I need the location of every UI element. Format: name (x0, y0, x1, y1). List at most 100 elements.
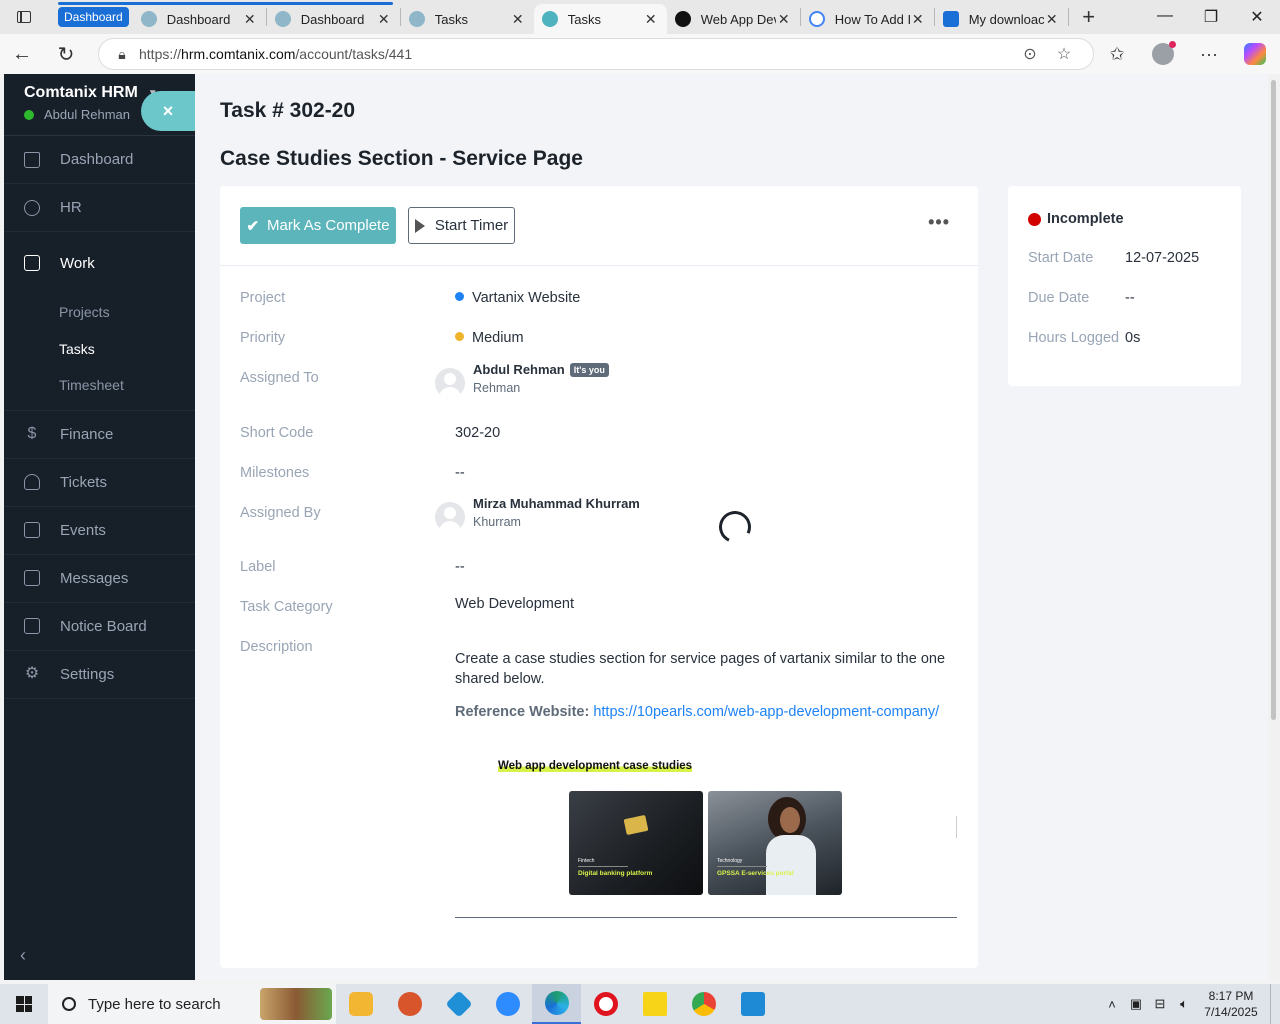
sidebar-item-finance[interactable]: $ Finance (4, 411, 195, 459)
sidebar-item-label: Dashboard (60, 151, 134, 168)
mark-complete-label: Mark As Complete (267, 217, 390, 234)
field-label: Assigned To (240, 370, 319, 386)
avatar (435, 368, 465, 398)
browser-tab[interactable]: Dashboard ✕ (267, 4, 400, 34)
field-label: Short Code (240, 425, 314, 441)
settings-more-icon[interactable]: ··· (1186, 44, 1232, 65)
task-status-card: Incomplete Start Date 12-07-2025 Due Date… (1008, 186, 1241, 386)
collapse-sidebar-icon[interactable]: ‹ (20, 945, 26, 966)
sidebar-item-events[interactable]: Events (4, 507, 195, 555)
reference-label: Reference Website: (455, 704, 590, 720)
task-id-title: Task # 302-20 (220, 99, 356, 122)
tab-group-label[interactable]: Dashboard (58, 7, 129, 27)
more-options-icon[interactable]: ••• (928, 212, 950, 233)
avatar (435, 502, 465, 532)
folder-icon (348, 992, 373, 1016)
play-icon (414, 218, 425, 233)
volume-icon[interactable]: 🔈︎ (1172, 996, 1196, 1012)
submenu-item-projects[interactable]: Projects (59, 294, 195, 331)
page-scrollbar[interactable] (1268, 74, 1280, 980)
briefcase-icon (24, 255, 40, 271)
assignee-subtitle: Rehman (473, 381, 521, 395)
chevron-up-icon[interactable]: ˄ (1100, 997, 1124, 1012)
divider (956, 816, 957, 838)
tab-close-icon[interactable]: ✕ (376, 11, 392, 28)
tab-close-icon[interactable]: ✕ (643, 11, 659, 28)
tab-close-icon[interactable]: ✕ (910, 11, 926, 28)
priority-value: Medium (455, 330, 524, 346)
sidebar-item-label: HR (60, 199, 82, 216)
address-bar[interactable]: 🔒︎ https://hrm.comtanix.com/account/task… (98, 38, 1094, 70)
restore-icon[interactable]: ❐ (1188, 7, 1234, 27)
close-window-icon[interactable]: ✕ (1234, 7, 1280, 27)
scrollbar-thumb[interactable] (1271, 80, 1276, 720)
favorite-star-icon[interactable]: ☆ (1047, 44, 1081, 64)
favorites-icon[interactable]: ✩ (1094, 44, 1140, 65)
mark-as-complete-button[interactable]: ✔ Mark As Complete (240, 207, 396, 244)
field-label: Task Category (240, 599, 333, 615)
taskbar-app-edge[interactable] (532, 984, 581, 1024)
browser-tab[interactable]: Dashboard ✕ (133, 4, 266, 34)
browser-tab[interactable]: How To Add I ✕ (801, 4, 934, 34)
browser-tab-active[interactable]: Tasks ✕ (533, 4, 667, 34)
show-desktop-button[interactable] (1270, 984, 1280, 1024)
taskbar-search[interactable]: Type here to search (48, 984, 336, 1024)
tab-close-icon[interactable]: ✕ (510, 11, 526, 28)
start-date-value: 12-07-2025 (1125, 250, 1200, 266)
refresh-icon[interactable]: ↻ (44, 42, 88, 67)
taskbar-app-file-explorer[interactable] (336, 984, 385, 1024)
sidebar-item-work[interactable]: Work (4, 232, 195, 294)
browser-tab[interactable]: Web App Dev ✕ (667, 4, 800, 34)
start-timer-button[interactable]: Start Timer (408, 207, 515, 244)
profile-avatar[interactable] (1140, 41, 1186, 65)
copilot-icon[interactable] (1232, 43, 1278, 65)
browser-tab[interactable]: Tasks ✕ (401, 4, 534, 34)
task-heading: Case Studies Section - Service Page (220, 147, 583, 170)
window-controls: — ❐ ✕ (1142, 7, 1280, 27)
project-color-dot (455, 292, 464, 301)
tab-close-icon[interactable]: ✕ (776, 11, 792, 28)
sidebar-item-settings[interactable]: ⚙ Settings (4, 651, 195, 699)
reference-link[interactable]: https://10pearls.com/web-app-development… (593, 704, 939, 720)
sidebar-item-notice-board[interactable]: Notice Board (4, 603, 195, 651)
assigner-subtitle: Khurram (473, 515, 521, 529)
sidebar-item-hr[interactable]: HR (4, 184, 195, 232)
taskbar-app-vscode[interactable] (728, 984, 777, 1024)
sidebar-close-button[interactable]: × (141, 91, 195, 131)
start-button[interactable] (0, 984, 48, 1024)
taskbar-app-opera[interactable] (581, 984, 630, 1024)
status-dot-icon (1028, 212, 1041, 226)
taskbar-app-zoom[interactable] (483, 984, 532, 1024)
sidebar-item-messages[interactable]: Messages (4, 555, 195, 603)
taskbar-app-2[interactable] (385, 984, 434, 1024)
submenu-item-timesheet[interactable]: Timesheet (59, 367, 195, 404)
tab-close-icon[interactable]: ✕ (1044, 11, 1060, 28)
sidebar-item-tickets[interactable]: Tickets (4, 459, 195, 507)
reader-mode-icon[interactable]: ⊙ (1013, 44, 1047, 64)
taskbar-app-3[interactable] (434, 984, 483, 1024)
tab-favicon-icon (808, 11, 825, 27)
project-value[interactable]: Vartanix Website (455, 290, 580, 306)
security-icon[interactable]: ▣ (1124, 996, 1148, 1012)
sidebar-item-dashboard[interactable]: Dashboard (4, 136, 195, 184)
tab-close-icon[interactable]: ✕ (242, 11, 258, 28)
tab-title: Web App Dev (700, 11, 776, 27)
lock-icon[interactable]: 🔒︎ (111, 46, 133, 63)
back-icon[interactable]: ← (0, 43, 44, 66)
tab-actions-button[interactable] (0, 0, 48, 34)
edge-icon (544, 991, 569, 1015)
taskbar-app-sticky-notes[interactable] (630, 984, 679, 1024)
case-study-card-fintech: Fintech Digital banking platform (569, 791, 703, 895)
milestones-value: -- (455, 465, 465, 481)
minimize-icon[interactable]: — (1142, 7, 1188, 27)
taskbar-app-chrome[interactable] (679, 984, 728, 1024)
browser-tab[interactable]: My downloac ✕ (935, 4, 1068, 34)
tab-actions-icon (17, 11, 31, 23)
hours-logged-value: 0s (1125, 330, 1141, 346)
network-icon[interactable]: ⊟ (1148, 996, 1172, 1012)
assigned-by-person[interactable]: Mirza Muhammad Khurram Khurram (435, 496, 640, 532)
taskbar-clock[interactable]: 8:17 PM 7/14/2025 (1196, 988, 1266, 1020)
assigned-to-person[interactable]: Abdul Rehman It's you Rehman (435, 362, 609, 398)
submenu-item-tasks[interactable]: Tasks (59, 331, 195, 368)
new-tab-icon[interactable]: + (1069, 4, 1109, 30)
